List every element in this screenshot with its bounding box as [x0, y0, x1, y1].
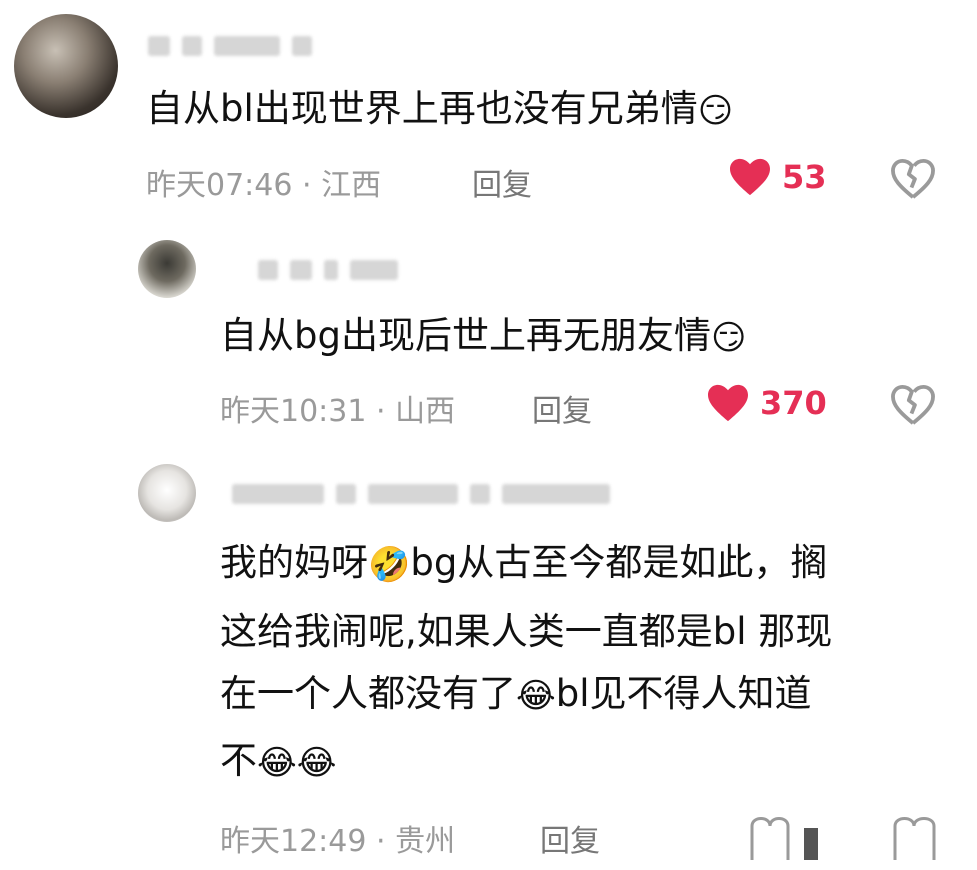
- avatar[interactable]: [138, 464, 196, 522]
- dislike-broken-heart-icon[interactable]: [892, 812, 938, 862]
- rofl-emoji-icon: 🤣: [368, 544, 411, 585]
- username-blurred[interactable]: [258, 260, 398, 280]
- like-button[interactable]: 53: [728, 157, 827, 197]
- username-blurred[interactable]: [232, 484, 610, 504]
- smirk-emoji-icon: 😏: [697, 90, 734, 131]
- timestamp: 昨天07:46: [146, 168, 293, 203]
- location: 山西: [395, 394, 456, 429]
- dislike-broken-heart-icon[interactable]: [890, 384, 936, 426]
- text-segment: bg从古至今都是如此，搁: [410, 541, 828, 584]
- tears-of-joy-emoji-icon: 😂😂: [257, 742, 337, 783]
- timestamp: 昨天10:31: [220, 394, 367, 429]
- comment-meta: 昨天07:46 · 江西: [146, 160, 381, 204]
- username-blurred[interactable]: [148, 36, 312, 56]
- text-segment: bl见不得人知道: [555, 672, 812, 715]
- avatar[interactable]: [138, 240, 196, 298]
- location: 江西: [321, 168, 382, 203]
- dislike-broken-heart-icon[interactable]: [890, 158, 936, 200]
- like-count: 53: [782, 158, 827, 196]
- comment-body: 自从bl出现世界上再也没有兄弟情: [146, 87, 698, 130]
- heart-icon: [708, 384, 748, 422]
- reply-button[interactable]: 回复: [540, 816, 600, 860]
- comment-line-3: 在一个人都没有了😂bl见不得人知道: [220, 661, 812, 727]
- like-button[interactable]: 370: [706, 383, 827, 423]
- timestamp: 昨天12:49: [220, 824, 367, 859]
- like-count: 370: [760, 384, 827, 422]
- text-segment: 我的妈呀: [220, 541, 368, 584]
- comment-meta: 昨天10:31 · 山西: [220, 386, 455, 430]
- comment-line-4: 不😂😂: [220, 728, 336, 794]
- comment-body: 自从bg出现后世上再无朋友情: [220, 314, 711, 357]
- separator: ·: [376, 824, 386, 859]
- reply-button[interactable]: 回复: [472, 160, 532, 204]
- separator: ·: [376, 394, 386, 429]
- location: 贵州: [395, 824, 456, 859]
- separator: ·: [302, 168, 312, 203]
- comment-text: 自从bg出现后世上再无朋友情😏: [220, 303, 746, 369]
- avatar[interactable]: [14, 14, 118, 118]
- tears-of-joy-emoji-icon: 😂: [516, 675, 556, 716]
- smirk-emoji-icon: 😏: [710, 317, 747, 358]
- text-segment: 在一个人都没有了: [220, 672, 516, 715]
- heart-icon: [730, 158, 770, 196]
- comment-meta: 昨天12:49 · 贵州: [220, 816, 455, 860]
- like-heart-outline-icon[interactable]: [748, 812, 824, 862]
- comment-line-1: 我的妈呀🤣bg从古至今都是如此，搁: [220, 530, 827, 596]
- comment-text: 自从bl出现世界上再也没有兄弟情😏: [146, 76, 733, 142]
- text-segment: 不: [220, 739, 257, 782]
- comment-line-2: 这给我闹呢,如果人类一直都是bl 那现: [220, 610, 833, 653]
- reply-button[interactable]: 回复: [532, 386, 592, 430]
